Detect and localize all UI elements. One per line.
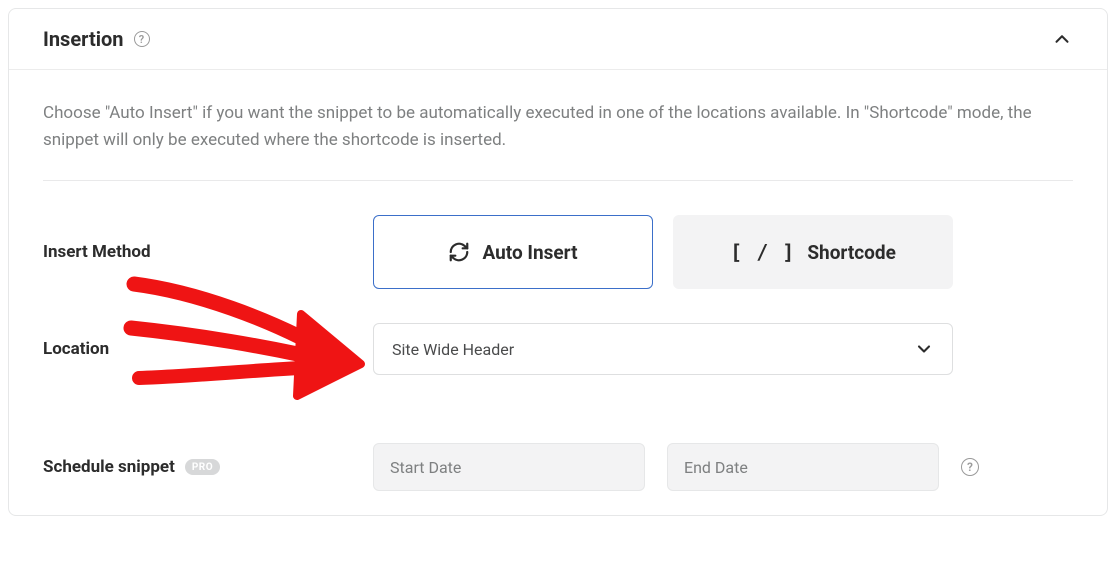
schedule-label: Schedule snippet [43, 457, 175, 477]
help-icon[interactable]: ? [961, 458, 979, 476]
collapse-toggle-icon[interactable] [1051, 28, 1073, 50]
panel-title: Insertion ? [43, 27, 150, 51]
location-label: Location [43, 339, 373, 359]
schedule-row: Schedule snippet PRO Start Date End Date… [43, 443, 1073, 491]
shortcode-label: Shortcode [807, 241, 896, 264]
shortcode-button[interactable]: [ / ] Shortcode [673, 215, 953, 289]
auto-insert-label: Auto Insert [482, 241, 577, 264]
location-row: Location Site Wide Header [43, 323, 1073, 375]
insert-method-label: Insert Method [43, 242, 373, 262]
shortcode-icon: [ / ] [730, 240, 795, 264]
location-value: Site Wide Header [392, 340, 514, 359]
location-select[interactable]: Site Wide Header [373, 323, 953, 375]
help-icon[interactable]: ? [134, 31, 150, 47]
insert-method-control: Auto Insert [ / ] Shortcode [373, 215, 1073, 289]
insert-method-segmented: Auto Insert [ / ] Shortcode [373, 215, 1073, 289]
location-control: Site Wide Header [373, 323, 1073, 375]
panel-description: Choose "Auto Insert" if you want the sni… [43, 100, 1073, 181]
end-date-input[interactable]: End Date [667, 443, 939, 491]
refresh-icon [448, 241, 470, 263]
insert-method-row: Insert Method Auto Insert [ / ] Shortcod… [43, 215, 1073, 289]
chevron-down-icon [914, 339, 934, 359]
panel-body: Choose "Auto Insert" if you want the sni… [9, 70, 1107, 515]
auto-insert-button[interactable]: Auto Insert [373, 215, 653, 289]
end-date-placeholder: End Date [684, 458, 748, 477]
schedule-label-col: Schedule snippet PRO [43, 457, 373, 477]
pro-badge: PRO [185, 459, 220, 475]
start-date-input[interactable]: Start Date [373, 443, 645, 491]
panel-title-text: Insertion [43, 27, 124, 51]
panel-header[interactable]: Insertion ? [9, 9, 1107, 70]
start-date-placeholder: Start Date [390, 458, 461, 477]
schedule-control: Start Date End Date ? [373, 443, 1073, 491]
insertion-panel: Insertion ? Choose "Auto Insert" if you … [8, 8, 1108, 516]
